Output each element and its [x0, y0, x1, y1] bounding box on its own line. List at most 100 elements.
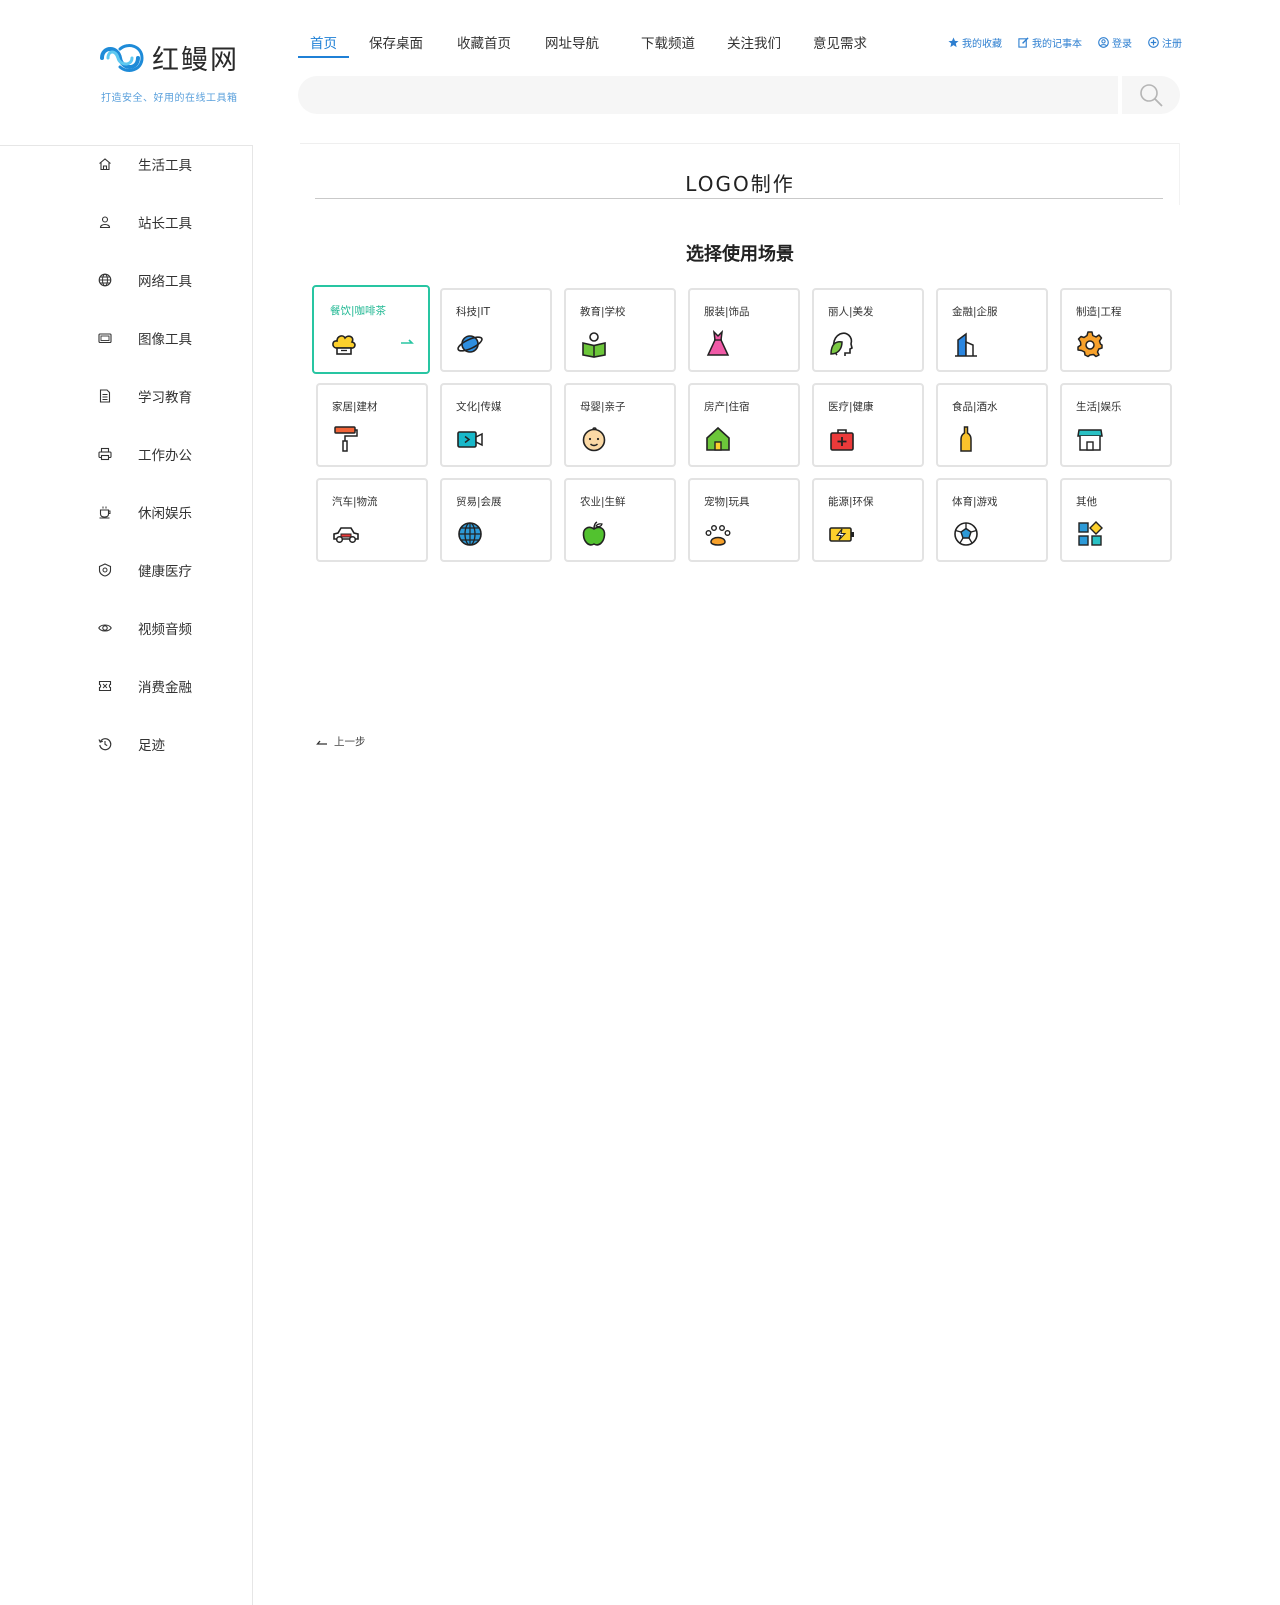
- scene-card-home-building[interactable]: 家居|建材: [316, 383, 428, 467]
- scene-card-manufacturing[interactable]: 制造|工程: [1060, 288, 1172, 372]
- scene-card-automotive[interactable]: 汽车|物流: [316, 478, 428, 562]
- sidebar-item-life-tools[interactable]: 生活工具: [98, 152, 192, 176]
- scene-card-energy[interactable]: 能源|环保: [812, 478, 924, 562]
- scene-card-agriculture[interactable]: 农业|生鲜: [564, 478, 676, 562]
- nav-feedback[interactable]: 意见需求: [801, 28, 879, 58]
- dress-icon: [706, 330, 730, 356]
- bottle-icon: [960, 426, 972, 452]
- sidebar-item-label: 足迹: [138, 738, 165, 754]
- nav-download-channel[interactable]: 下载频道: [629, 28, 707, 58]
- scene-card-other[interactable]: 其他: [1060, 478, 1172, 562]
- eel-logo-icon: [100, 43, 144, 72]
- scene-card-label: 能源|环保: [828, 496, 874, 508]
- scene-card-label: 宠物|玩具: [704, 496, 750, 508]
- video-camera-icon: [457, 431, 483, 448]
- nav-follow-us[interactable]: 关注我们: [715, 28, 793, 58]
- scene-card-label: 母婴|亲子: [580, 401, 626, 413]
- nav-save-desktop[interactable]: 保存桌面: [357, 28, 435, 58]
- scene-card-label: 家居|建材: [332, 401, 378, 413]
- sidebar-item-webmaster-tools[interactable]: 站长工具: [98, 210, 192, 234]
- search-input[interactable]: [298, 76, 1118, 114]
- brand-slogan: 打造安全、好用的在线工具箱: [101, 93, 238, 104]
- sidebar-item-education[interactable]: 学习教育: [98, 384, 192, 408]
- scene-card-catering[interactable]: 餐饮|咖啡茶: [312, 285, 430, 374]
- my-favorites-label: 我的收藏: [962, 39, 1002, 50]
- scene-card-label: 农业|生鲜: [580, 496, 626, 508]
- car-icon: [333, 527, 359, 544]
- scene-card-real-estate[interactable]: 房产|住宿: [688, 383, 800, 467]
- login-link[interactable]: 登录: [1098, 35, 1132, 50]
- sidebar-item-label: 休闲娱乐: [138, 506, 192, 522]
- brand-name: 红鳗网: [152, 45, 239, 76]
- scene-card-sports[interactable]: 体育|游戏: [936, 478, 1048, 562]
- scene-card-tech[interactable]: 科技|IT: [440, 288, 552, 372]
- scene-card-label: 教育|学校: [580, 306, 626, 318]
- sidebar-item-network-tools[interactable]: 网络工具: [98, 268, 192, 292]
- search-button[interactable]: [1122, 76, 1180, 114]
- sidebar-item-media[interactable]: 视频音频: [98, 616, 192, 640]
- register-link[interactable]: 注册: [1148, 35, 1182, 50]
- my-favorites-link[interactable]: 我的收藏: [948, 35, 1002, 50]
- scene-card-medical[interactable]: 医疗|健康: [812, 383, 924, 467]
- eye-icon: [98, 624, 112, 632]
- scene-card-label: 丽人|美发: [828, 306, 874, 318]
- sidebar-item-label: 学习教育: [138, 390, 192, 406]
- scene-card-finance[interactable]: 金融|企服: [936, 288, 1048, 372]
- section-title: 选择使用场景: [686, 244, 794, 265]
- nav-url-directory[interactable]: 网址导航: [533, 28, 611, 58]
- title-divider: [315, 198, 1163, 199]
- nav-home[interactable]: 首页: [298, 28, 349, 58]
- sidebar-item-health[interactable]: 健康医疗: [98, 558, 192, 582]
- my-notebook-link[interactable]: 我的记事本: [1018, 35, 1082, 50]
- scene-card-food-drink[interactable]: 食品|酒水: [936, 383, 1048, 467]
- scene-card-beauty[interactable]: 丽人|美发: [812, 288, 924, 372]
- scene-card-maternity[interactable]: 母婴|亲子: [564, 383, 676, 467]
- home-icon: [99, 158, 111, 171]
- scene-card-trade[interactable]: 贸易|会展: [440, 478, 552, 562]
- building-icon: [955, 332, 977, 357]
- shield-icon: [98, 563, 112, 577]
- sidebar-item-entertainment[interactable]: 休闲娱乐: [98, 500, 192, 524]
- sidebar: 生活工具 站长工具 网络工具 图像工具 学习教育 工作办公 休闲娱乐 健康医疗 …: [0, 145, 253, 1605]
- beauty-head-icon: [830, 332, 853, 356]
- panel-top-border: [300, 143, 1180, 144]
- gear-icon: [1077, 331, 1103, 358]
- planet-icon: [457, 335, 483, 353]
- coffee-icon: [99, 506, 111, 519]
- printer-icon: [98, 447, 112, 461]
- brand-logo[interactable]: 红鳗网 打造安全、好用的在线工具箱: [98, 38, 248, 104]
- arrow-left-icon: [316, 740, 327, 745]
- scene-card-label: 餐饮|咖啡茶: [330, 305, 387, 317]
- chef-hat-icon: [332, 335, 356, 355]
- previous-step-button[interactable]: 上一步: [316, 734, 366, 749]
- arrow-right-icon: [401, 339, 414, 344]
- sidebar-item-image-tools[interactable]: 图像工具: [98, 326, 192, 350]
- plus-circle-icon: [1148, 37, 1159, 48]
- scene-card-label: 服装|饰品: [704, 306, 750, 318]
- scene-card-education[interactable]: 教育|学校: [564, 288, 676, 372]
- scene-card-media[interactable]: 文化|传媒: [440, 383, 552, 467]
- sidebar-item-office[interactable]: 工作办公: [98, 442, 192, 466]
- ticket-icon: [98, 680, 112, 692]
- scene-card-pets[interactable]: 宠物|玩具: [688, 478, 800, 562]
- document-icon: [99, 389, 111, 403]
- scene-card-lifestyle[interactable]: 生活|娱乐: [1060, 383, 1172, 467]
- baby-face-icon: [582, 427, 606, 452]
- sidebar-item-finance[interactable]: 消费金融: [98, 674, 192, 698]
- scene-card-label: 医疗|健康: [828, 401, 874, 413]
- user-icon: [99, 216, 111, 229]
- shop-icon: [1077, 429, 1103, 451]
- sidebar-item-history[interactable]: 足迹: [98, 732, 165, 756]
- sidebar-item-label: 网络工具: [138, 274, 192, 290]
- previous-step-label: 上一步: [334, 736, 366, 748]
- scene-card-label: 食品|酒水: [952, 401, 998, 413]
- login-label: 登录: [1112, 39, 1132, 50]
- reading-icon: [582, 332, 606, 358]
- scene-card-label: 文化|传媒: [456, 401, 502, 413]
- register-label: 注册: [1162, 39, 1182, 50]
- scene-card-label: 房产|住宿: [704, 401, 750, 413]
- scene-card-label: 金融|企服: [952, 306, 998, 318]
- grid-icon: [1078, 521, 1103, 546]
- scene-card-apparel[interactable]: 服装|饰品: [688, 288, 800, 372]
- nav-bookmark-home[interactable]: 收藏首页: [445, 28, 523, 58]
